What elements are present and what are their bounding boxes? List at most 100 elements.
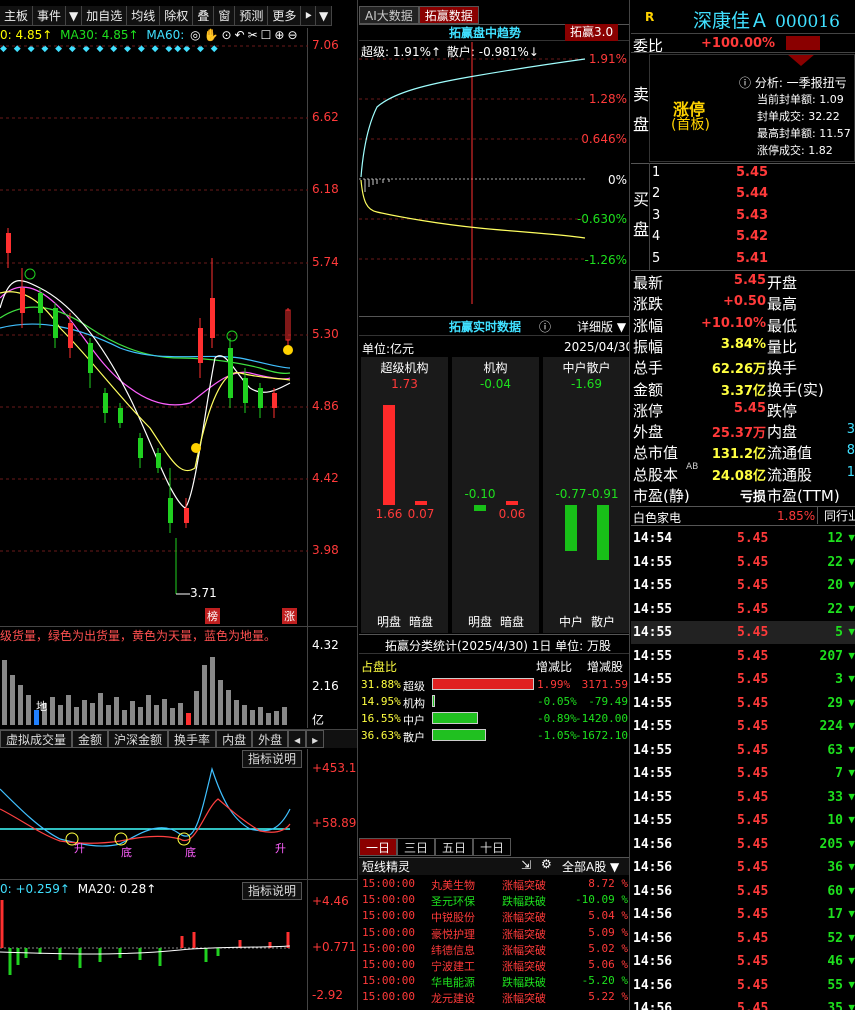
trend-version-button[interactable]: 拓赢3.0 [565, 24, 619, 41]
sprite-value: 5.22 % [588, 990, 628, 1004]
trade-volume: 63 [827, 742, 843, 758]
tab-amount[interactable]: 金额 [72, 730, 109, 748]
stats-row-bar [432, 695, 435, 707]
sprite-stock[interactable]: 华电能源 [431, 974, 475, 990]
quote-stat-value: 亏损 [739, 490, 766, 505]
flow-bar-value: 0.06 [498, 507, 526, 521]
rank-marker[interactable]: 榜 [205, 608, 220, 624]
tab-turnover[interactable]: 换手率 [168, 730, 217, 748]
info-icon[interactable]: ⓘ [539, 318, 551, 335]
sprite-item[interactable]: 15:00:00 龙元建设 涨幅突破 5.22 % [359, 990, 629, 1006]
down-arrow-icon: ▼ [848, 672, 855, 685]
toolbar-item-main[interactable]: 主板 [0, 6, 34, 26]
tab-next-icon[interactable]: ▸ [306, 730, 325, 748]
quote-stat-label2: 内盘 [767, 423, 798, 442]
quote-stat-label2: 跌停 [767, 401, 798, 420]
buy-level[interactable]: 3 5.43 [631, 206, 855, 227]
toolbar-item-add-watch[interactable]: 加自选 [82, 6, 128, 26]
flow-bar-value: 1.66 [375, 507, 403, 521]
trade-row: 14:55 5.45 224 ▼ [631, 715, 855, 738]
detail-dropdown[interactable]: 详细版 ▼ [577, 318, 626, 335]
settings-gear-icon[interactable]: ⚙ [541, 857, 552, 871]
sprite-item[interactable]: 15:00:00 纬德信息 涨幅突破 5.02 % [359, 942, 629, 958]
toolbar-item-forecast[interactable]: 预测 [235, 6, 269, 26]
trade-row: 14:54 5.45 12 ▼ [631, 527, 855, 550]
limit-up-marker[interactable]: 涨 [282, 608, 297, 624]
flow-bar [383, 405, 395, 505]
market-filter-dropdown[interactable]: 全部A股 ▼ [562, 858, 619, 875]
stats-row-shares: 3171.59 [581, 678, 628, 691]
toolbar-item-event[interactable]: 事件 [33, 6, 67, 26]
toolbar-arrow-icon[interactable]: ⯈ [301, 6, 316, 26]
trade-price: 5.45 [737, 531, 769, 546]
tab-3day[interactable]: 三日 [397, 838, 436, 856]
flow-bar-label: 暗盘 [408, 615, 433, 629]
toolbar-item-overlay[interactable]: 叠 [193, 6, 215, 26]
sprite-stock[interactable]: 豪悦护理 [431, 926, 475, 942]
tab-tuoying-data[interactable]: 拓赢数据 [418, 6, 479, 24]
toolbar-item-ma[interactable]: 均线 [127, 6, 161, 26]
osc-signal: 底 [185, 846, 196, 859]
macd-axis: +4.46 +0.771 -2.92 [307, 880, 357, 1010]
trade-row: 14:55 5.45 3 ▼ [631, 668, 855, 691]
sprite-item[interactable]: 15:00:00 中锐股份 涨幅突破 5.04 % [359, 909, 629, 925]
sprite-item[interactable]: 15:00:00 华电能源 跌幅跌破 -5.20 % [359, 974, 629, 990]
quote-stat-value: +10.10% [700, 315, 766, 331]
tab-virtual-volume[interactable]: 虚拟成交量 [0, 730, 73, 748]
osc-axis: +453.1 +58.89 [307, 749, 357, 879]
stats-row-chg: -0.05% [537, 695, 577, 708]
sprite-time: 15:00:00 [362, 909, 415, 923]
sprite-item[interactable]: 15:00:00 圣元环保 跌幅跌破 -10.09 % [359, 893, 629, 909]
buy-level[interactable]: 2 5.44 [631, 184, 855, 205]
down-arrow-icon: ▼ [848, 766, 855, 779]
tab-hs-amount[interactable]: 沪深金额 [108, 730, 169, 748]
toolbar-item-window[interactable]: 窗 [214, 6, 236, 26]
toolbar-dropdown[interactable]: ▼ [66, 6, 83, 26]
sector-name[interactable]: 白色家电 [633, 509, 681, 526]
sprite-stock[interactable]: 纬德信息 [431, 942, 475, 958]
tab-inner[interactable]: 内盘 [216, 730, 253, 748]
tab-outer[interactable]: 外盘 [252, 730, 289, 748]
trade-price: 5.45 [737, 719, 769, 734]
osc-signal: 升 [74, 842, 85, 855]
down-arrow-icon: ▼ [848, 695, 855, 709]
sprite-stock[interactable]: 丸美生物 [431, 877, 475, 893]
buy-level[interactable]: 4 5.42 [631, 227, 855, 248]
sprite-item[interactable]: 15:00:00 宁波建工 涨幅突破 5.06 % [359, 958, 629, 974]
trade-row: 14:55 5.45 22 ▼ [631, 598, 855, 621]
expand-icon[interactable]: ⇲ [521, 858, 531, 872]
sprite-stock[interactable]: 龙元建设 [431, 990, 475, 1006]
tab-ai-data[interactable]: AI大数据 [359, 6, 419, 24]
quote-stat-label2: 换手 [767, 359, 798, 378]
stats-row-pct: 36.63% [361, 729, 401, 742]
trade-time: 14:55 [633, 719, 673, 734]
oscillator-chart [0, 766, 291, 847]
trade-price: 5.45 [737, 907, 769, 922]
sprite-item[interactable]: 15:00:00 豪悦护理 涨幅突破 5.09 % [359, 926, 629, 942]
buy-level[interactable]: 1 5.45 [631, 163, 855, 184]
flow-bar-value: 0.07 [407, 507, 435, 521]
toolbar-arrow-down-icon[interactable]: ▼ [316, 6, 333, 26]
tab-5day[interactable]: 五日 [435, 838, 474, 856]
sprite-stock[interactable]: 中锐股份 [431, 909, 475, 925]
buy-level[interactable]: 5 5.41 [631, 249, 855, 270]
trade-price: 5.45 [737, 860, 769, 875]
toolbar-item-more[interactable]: 更多 [268, 6, 302, 26]
quote-stat-label2: 市盈(TTM) [767, 487, 840, 505]
tab-1day[interactable]: 一日 [359, 838, 398, 856]
stats-row-pct: 16.55% [361, 712, 401, 725]
tab-10day[interactable]: 十日 [473, 838, 512, 856]
trade-time: 14:55 [633, 625, 673, 640]
toolbar-item-exright[interactable]: 除权 [160, 6, 194, 26]
sprite-stock[interactable]: 宁波建工 [431, 958, 475, 974]
same-industry-button[interactable]: 同行业 [817, 507, 855, 524]
sprite-stock[interactable]: 圣元环保 [431, 893, 475, 909]
indicator-tabs: 虚拟成交量 金额 沪深金额 换手率 内盘 外盘 ◂ ▸ [0, 729, 357, 748]
down-arrow-icon: ▼ [848, 719, 855, 732]
sprite-event: 涨幅突破 [502, 943, 546, 957]
flow-bar-label: 暗盘 [499, 615, 524, 629]
quote-stat-value: 25.37万 [711, 426, 766, 442]
sprite-item[interactable]: 15:00:00 丸美生物 涨幅突破 8.72 % [359, 877, 629, 893]
trade-time: 14:56 [633, 1001, 673, 1010]
tab-prev-icon[interactable]: ◂ [288, 730, 307, 748]
